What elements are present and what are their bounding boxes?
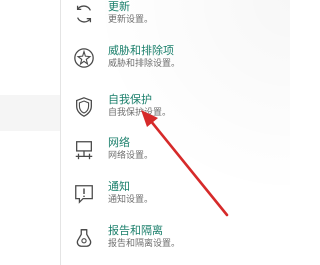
shield-icon: [76, 97, 92, 117]
settings-item-description: 通知设置。: [108, 195, 154, 205]
settings-panel: 更新 更新设置。 威胁和排除项 威胁和排除设置。 自我保护 自我保护设置。 网络…: [60, 0, 290, 265]
settings-item-title[interactable]: 威胁和排除项: [108, 44, 174, 57]
settings-item-title[interactable]: 通知: [108, 180, 130, 193]
refresh-icon: [76, 5, 92, 23]
settings-item-description: 自我保护设置。: [108, 108, 172, 118]
settings-item-network[interactable]: 网络 网络设置。: [73, 133, 263, 171]
screenshot-stage: 更新 更新设置。 威胁和排除项 威胁和排除设置。 自我保护 自我保护设置。 网络…: [0, 0, 290, 265]
settings-item-description: 更新设置。: [108, 15, 154, 25]
report-icon: [76, 229, 92, 247]
settings-item-title[interactable]: 报告和隔离: [108, 224, 163, 237]
left-background-strip: [0, 95, 60, 131]
settings-item-reports-quarantine[interactable]: 报告和隔离 报告和隔离设置。: [73, 221, 263, 259]
settings-item-description: 网络设置。: [108, 151, 154, 161]
network-icon: [75, 141, 93, 160]
settings-item-threats-exclusions[interactable]: 威胁和排除项 威胁和排除设置。: [73, 41, 263, 79]
settings-item-title[interactable]: 自我保护: [108, 93, 152, 106]
notification-icon: [75, 185, 93, 204]
settings-item-description: 威胁和排除设置。: [108, 59, 181, 69]
settings-item-update[interactable]: 更新 更新设置。: [73, 0, 263, 35]
settings-item-title[interactable]: 更新: [108, 0, 130, 13]
threats-icon: [74, 48, 94, 68]
settings-item-self-protection[interactable]: 自我保护 自我保护设置。: [73, 90, 263, 128]
settings-item-notifications[interactable]: 通知 通知设置。: [73, 177, 263, 215]
settings-item-description: 报告和隔离设置。: [108, 239, 181, 249]
settings-item-title[interactable]: 网络: [108, 136, 130, 149]
